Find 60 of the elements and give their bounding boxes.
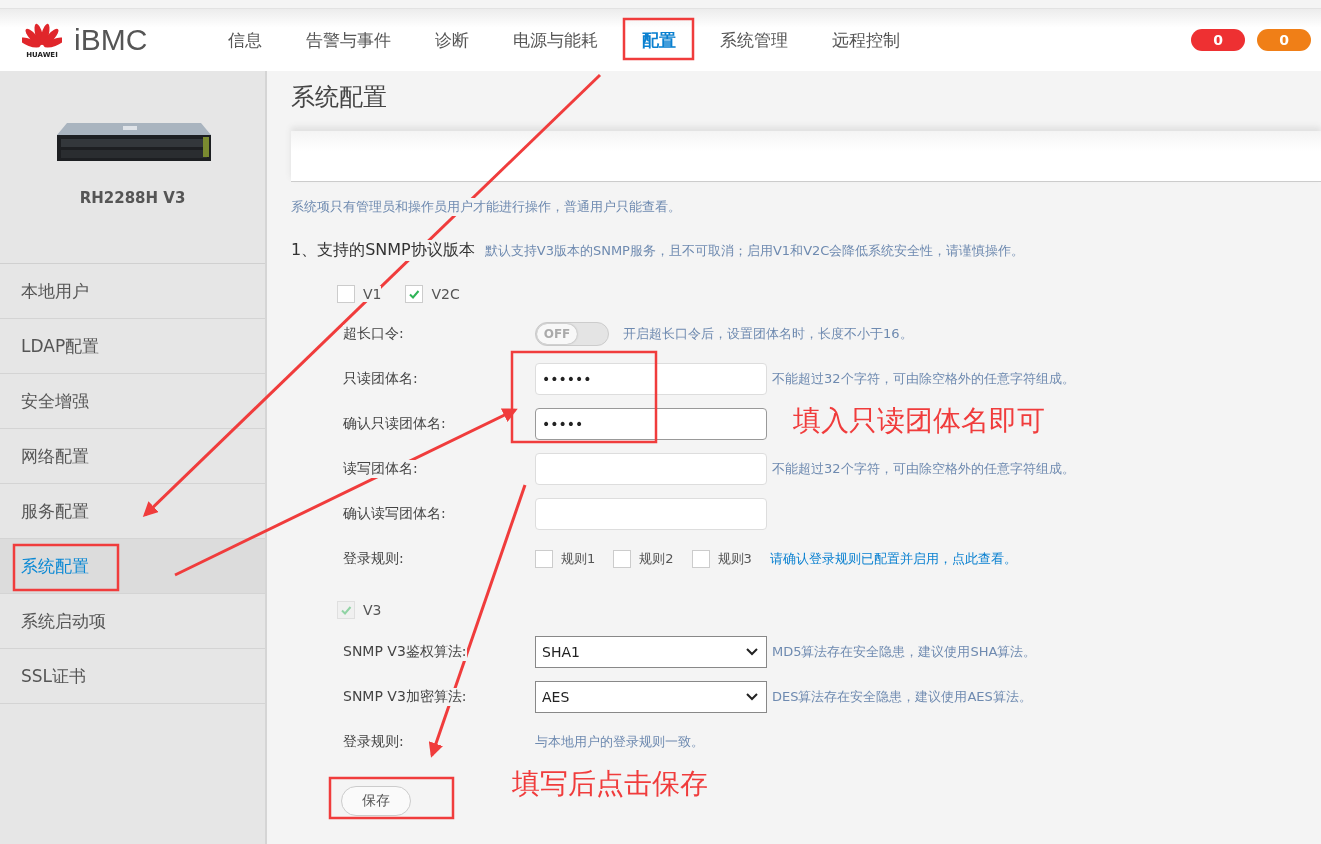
input-field[interactable]: ••••• (535, 407, 767, 440)
input-field[interactable]: •••••• (535, 362, 767, 395)
field-label: 确认只读团体名: (343, 414, 446, 433)
field-label: 登录规则: (343, 732, 404, 751)
sidebar-item[interactable]: 本地用户 (0, 264, 265, 319)
checkbox[interactable] (691, 549, 710, 568)
nav-tab[interactable]: 告警与事件 (284, 20, 413, 60)
hint-text: DES算法存在安全隐患，建议使用AES算法。 (772, 687, 1032, 706)
select-field[interactable]: SHA1 (535, 635, 767, 668)
hint-text: 不能超过32个字符，可由除空格外的任意字符组成。 (772, 369, 1075, 388)
hint-text: 不能超过32个字符，可由除空格外的任意字符组成。 (772, 459, 1075, 478)
select-field[interactable]: AES (535, 680, 767, 713)
checkbox[interactable] (535, 549, 553, 568)
caret-icon (746, 647, 758, 656)
annotation-text: 填入只读团体名即可 (793, 403, 1045, 439)
field-label: 登录规则: (343, 549, 404, 568)
nav-tab[interactable]: 诊断 (413, 20, 491, 60)
logo-icon (22, 21, 62, 51)
field-label: 确认读写团体名: (343, 504, 446, 523)
checkbox-label: V3 (363, 602, 382, 618)
annotation-text: 填写后点击保存 (512, 766, 708, 802)
check-icon (408, 288, 421, 300)
checkbox[interactable] (337, 285, 355, 303)
field-label: 超长口令: (343, 324, 404, 343)
alarm-count-badge[interactable]: 0 (1191, 29, 1245, 51)
nav-tab[interactable]: 远程控制 (810, 20, 922, 60)
nav-tab[interactable]: 电源与能耗 (491, 20, 620, 60)
caret-icon (746, 692, 758, 701)
nav-tab[interactable]: 配置 (620, 20, 698, 60)
nav-tab[interactable]: 系统管理 (698, 20, 810, 60)
save-button[interactable]: 保存 (341, 786, 411, 816)
checkbox[interactable] (405, 285, 424, 303)
check-icon (340, 604, 352, 616)
sidebar-item[interactable]: 网络配置 (0, 429, 265, 484)
checkbox[interactable] (613, 549, 632, 568)
field-label: 只读团体名: (343, 369, 418, 388)
brand-name: iBMC (74, 23, 149, 57)
info-text: 与本地用户的登录规则一致。 (535, 732, 704, 751)
nav-tab[interactable]: 信息 (206, 20, 284, 60)
checkbox-label: 规则1 (561, 549, 596, 568)
hint-text: MD5算法存在安全隐患，建议使用SHA算法。 (772, 642, 1037, 661)
view-link[interactable]: 请确认登录规则已配置并启用，点此查看。 (769, 549, 1017, 568)
hint-text: 开启超长口令后，设置团体名时，长度不小于16。 (623, 324, 913, 343)
sidebar-item[interactable]: LDAP配置 (0, 319, 265, 374)
section-title: 1、支持的SNMP协议版本 (291, 240, 475, 261)
field-label: SNMP V3加密算法: (343, 687, 467, 706)
sidebar-item[interactable]: 系统启动项 (0, 594, 265, 649)
page-title: 系统配置 (291, 82, 388, 113)
input-field[interactable] (535, 452, 767, 485)
field-label: SNMP V3鉴权算法: (343, 642, 467, 661)
device-name: RH2288H V3 (79, 189, 186, 207)
field-label: 读写团体名: (343, 459, 418, 478)
checkbox-label: 规则2 (639, 549, 674, 568)
sidebar-item[interactable]: SSL证书 (0, 649, 265, 704)
input-field[interactable] (535, 497, 767, 530)
checkbox-label: 规则3 (717, 549, 752, 568)
checkbox-label: V2C (431, 286, 460, 302)
checkbox-label: V1 (363, 286, 382, 302)
sidebar-item[interactable]: 安全增强 (0, 374, 265, 429)
section-hint: 默认支持V3版本的SNMP服务，且不可取消；启用V1和V2C会降低系统安全性，请谨慎操作。 (484, 242, 1025, 260)
